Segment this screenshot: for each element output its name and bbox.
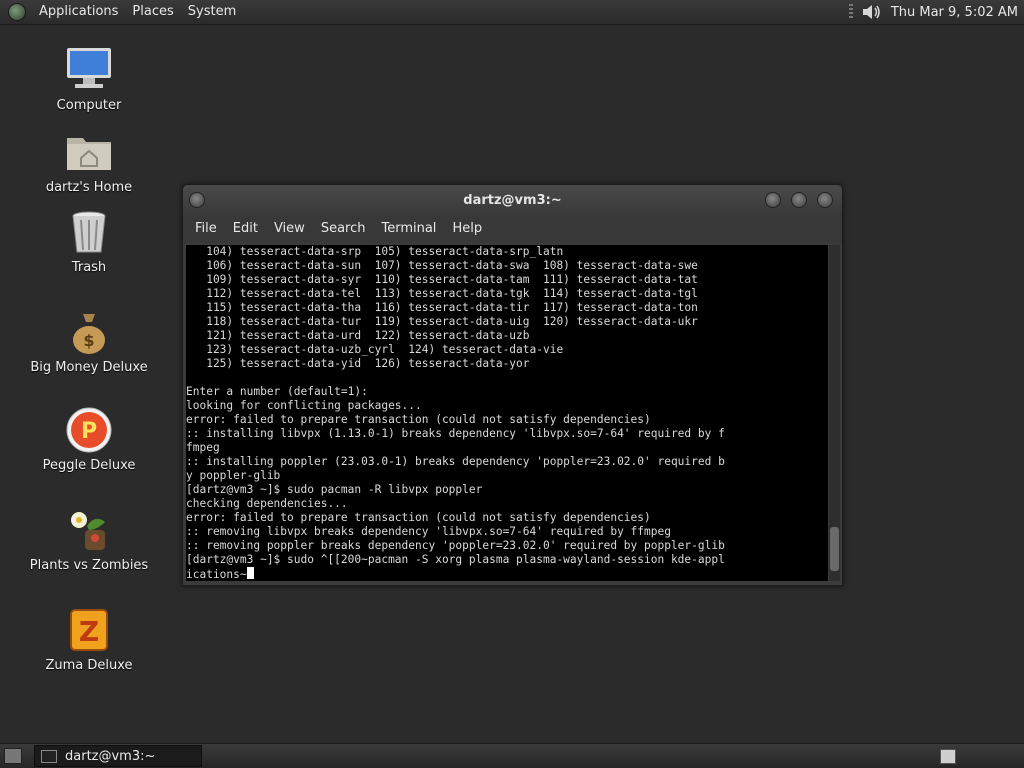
desktop-icon-computer[interactable]: Computer (29, 46, 149, 113)
terminal-line: 112) tesseract-data-tel 113) tesseract-d… (186, 287, 698, 300)
terminal-line: [dartz@vm3 ~]$ sudo ^[[200~pacman -S xor… (186, 553, 725, 566)
desktop-icon-plants-vs-zombies[interactable]: Plants vs Zombies (29, 506, 149, 573)
terminal-window[interactable]: dartz@vm3:~ File Edit View Search Termin… (182, 184, 843, 586)
terminal-line: y poppler-glib (186, 469, 281, 482)
close-button[interactable] (817, 192, 833, 208)
terminal-menubar: File Edit View Search Terminal Help (183, 215, 842, 243)
terminal-line: :: installing libvpx (1.13.0-1) breaks d… (186, 427, 725, 440)
volume-icon[interactable] (861, 3, 883, 21)
svg-text:Z: Z (79, 615, 99, 648)
terminal-output[interactable]: 104) tesseract-data-srp 105) tesseract-d… (186, 245, 828, 581)
terminal-line: ications~ (186, 567, 828, 581)
desktop-icon-label: Plants vs Zombies (29, 558, 149, 573)
show-desktop-icon[interactable] (4, 748, 22, 764)
minimize-button[interactable] (765, 192, 781, 208)
plant-icon (65, 506, 113, 554)
terminal-line: error: failed to prepare transaction (co… (186, 413, 651, 426)
terminal-line: :: removing libvpx breaks dependency 'li… (186, 525, 671, 538)
terminal-line: checking dependencies... (186, 497, 348, 510)
desktop-icon-label: Big Money Deluxe (30, 360, 148, 375)
terminal-line: 125) tesseract-data-yid 126) tesseract-d… (186, 357, 530, 370)
panel-handle[interactable] (848, 4, 853, 20)
terminal-line: :: removing poppler breaks dependency 'p… (186, 539, 725, 552)
taskbar-button-terminal[interactable]: dartz@vm3:~ (34, 745, 202, 767)
svg-text:$: $ (83, 331, 94, 350)
window-titlebar[interactable]: dartz@vm3:~ (183, 185, 842, 215)
terminal-line: [dartz@vm3 ~]$ sudo pacman -R libvpx pop… (186, 483, 483, 496)
terminal-line: fmpeg (186, 441, 220, 454)
trash-icon (65, 208, 113, 256)
desktop-icon-label: Trash (71, 260, 107, 275)
peggle-icon: P (65, 406, 113, 454)
menu-places[interactable]: Places (125, 0, 180, 24)
terminal-line: 118) tesseract-data-tur 119) tesseract-d… (186, 315, 698, 328)
distro-logo-icon[interactable] (8, 3, 26, 21)
terminal-line: Enter a number (default=1): (186, 385, 368, 398)
terminal-line: 115) tesseract-data-tha 116) tesseract-d… (186, 301, 698, 314)
terminal-line: 106) tesseract-data-sun 107) tesseract-d… (186, 259, 698, 272)
terminal-line: error: failed to prepare transaction (co… (186, 511, 651, 524)
taskbar-button-label: dartz@vm3:~ (65, 748, 156, 764)
svg-text:P: P (81, 419, 97, 444)
home-folder-icon (65, 128, 113, 176)
menu-help[interactable]: Help (444, 215, 490, 243)
terminal-line: 121) tesseract-data-urd 122) tesseract-d… (186, 329, 530, 342)
desktop-icon-big-money[interactable]: $ Big Money Deluxe (29, 308, 149, 375)
menu-edit[interactable]: Edit (225, 215, 266, 243)
desktop-icon-label: dartz's Home (45, 180, 133, 195)
desktop-icon-peggle[interactable]: P Peggle Deluxe (29, 406, 149, 473)
desktop-icon-label: Zuma Deluxe (45, 658, 133, 673)
desktop-icon-label: Computer (56, 98, 122, 113)
window-title: dartz@vm3:~ (463, 193, 562, 208)
money-bag-icon: $ (65, 308, 113, 356)
terminal-icon (41, 749, 57, 763)
terminal-line: :: installing poppler (23.03.0-1) breaks… (186, 455, 725, 468)
menu-applications[interactable]: Applications (32, 0, 125, 24)
desktop-icon-zuma[interactable]: Z Zuma Deluxe (29, 606, 149, 673)
clock[interactable]: Thu Mar 9, 5:02 AM (891, 5, 1018, 20)
scrollbar[interactable] (829, 245, 840, 581)
menu-view[interactable]: View (266, 215, 313, 243)
computer-icon (65, 46, 113, 94)
desktop-icon-trash[interactable]: Trash (29, 208, 149, 275)
menu-terminal[interactable]: Terminal (373, 215, 444, 243)
top-panel: Applications Places System Thu Mar 9, 5:… (0, 0, 1024, 25)
terminal-line: 104) tesseract-data-srp 105) tesseract-d… (186, 245, 564, 258)
menu-file[interactable]: File (187, 215, 225, 243)
maximize-button[interactable] (791, 192, 807, 208)
menu-search[interactable]: Search (313, 215, 374, 243)
text-cursor (246, 567, 254, 579)
workspace-switcher[interactable] (940, 749, 956, 764)
menu-system[interactable]: System (181, 0, 243, 24)
zuma-icon: Z (65, 606, 113, 654)
terminal-line: 109) tesseract-data-syr 110) tesseract-d… (186, 273, 698, 286)
bottom-panel: dartz@vm3:~ (0, 743, 1024, 768)
scrollbar-thumb[interactable] (830, 527, 839, 571)
desktop-icon-home[interactable]: dartz's Home (29, 128, 149, 195)
desktop-icon-label: Peggle Deluxe (42, 458, 136, 473)
terminal-line: 123) tesseract-data-uzb_cyrl 124) tesser… (186, 343, 564, 356)
terminal-line: looking for conflicting packages... (186, 399, 422, 412)
